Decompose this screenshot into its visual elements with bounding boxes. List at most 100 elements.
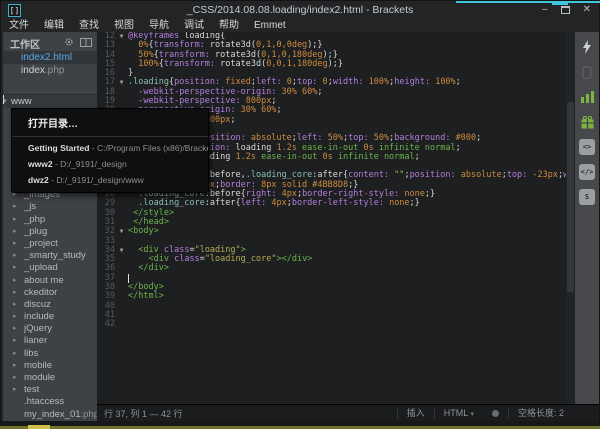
project-name: www [11, 96, 32, 107]
menu-item-视图[interactable]: 视图 [114, 19, 134, 32]
code-line[interactable]: 31 </head> [97, 218, 575, 227]
fold-gutter [115, 274, 128, 283]
tree-item-_upload[interactable]: ▸_upload [3, 262, 97, 274]
menu-item-编辑[interactable]: 编辑 [44, 19, 64, 32]
fold-arrow-icon[interactable]: ▼ [115, 227, 128, 236]
scrollbar-thumb[interactable] [567, 102, 574, 292]
code-line[interactable]: 39</html> [97, 292, 575, 301]
folder-collapse-arrow-icon[interactable]: ▸ [13, 275, 17, 287]
code-line[interactable]: 15 100%{transform: rotate3d(0,0,1,180deg… [97, 60, 575, 69]
working-files-title: 工作区 [10, 40, 40, 51]
folder-collapse-arrow-icon[interactable]: ▸ [13, 250, 17, 262]
tree-item-_smarty_study[interactable]: ▸_smarty_study [3, 250, 97, 262]
folder-collapse-arrow-icon[interactable]: ▸ [13, 323, 17, 335]
tree-item-mobile[interactable]: ▸mobile [3, 360, 97, 372]
menu-item-帮助[interactable]: 帮助 [219, 19, 239, 32]
tree-item-discuz[interactable]: ▸discuz [3, 299, 97, 311]
working-files-list: index2.htmlindex.php [3, 51, 97, 77]
working-file-index[interactable]: index.php [3, 64, 97, 77]
tree-item-test[interactable]: ▸test [3, 384, 97, 396]
folder-collapse-arrow-icon[interactable]: ▸ [13, 226, 17, 238]
fold-gutter [115, 237, 128, 246]
code-line[interactable]: 37 [97, 274, 575, 283]
minimize-button[interactable]: – [542, 4, 548, 16]
titlebar: [] _CSS/2014.08.08.loading/index2.html -… [1, 1, 599, 19]
folder-collapse-arrow-icon[interactable]: ▸ [13, 348, 17, 360]
working-files-header: 工作区 [3, 32, 97, 51]
fold-gutter [115, 41, 128, 50]
recent-folder-Getting Started[interactable]: Getting Started - C:/Program Files (x86)… [12, 140, 208, 156]
open-folder-menu-item[interactable]: 打开目录… [12, 109, 208, 135]
project-dropdown-menu: 打开目录… Getting Started - C:/Program Files… [11, 108, 209, 193]
tree-item-about me[interactable]: ▸about me [3, 275, 97, 287]
extension-s-icon[interactable]: S [579, 189, 595, 205]
live-preview-lightning-icon[interactable] [579, 39, 595, 55]
tree-item-module[interactable]: ▸module [3, 372, 97, 384]
menu-item-调试[interactable]: 调试 [184, 19, 204, 32]
fold-gutter [115, 97, 128, 106]
folder-collapse-arrow-icon[interactable]: ▸ [13, 311, 17, 323]
fold-gutter [115, 302, 128, 311]
extension-chart-icon[interactable] [579, 89, 595, 105]
menu-item-文件[interactable]: 文件 [9, 19, 29, 32]
folder-collapse-arrow-icon[interactable]: ▸ [13, 287, 17, 299]
tree-item-_js[interactable]: ▸_js [3, 201, 97, 213]
close-button[interactable]: ✕ [583, 4, 591, 16]
tree-item-_project[interactable]: ▸_project [3, 238, 97, 250]
angle-brackets-icon[interactable]: <> [579, 139, 595, 155]
code-line[interactable]: 36 </div> [97, 264, 575, 273]
folder-collapse-arrow-icon[interactable]: ▸ [13, 335, 17, 347]
status-bar: 行 37, 列 1 — 42 行 插入 HTML ▾ 空格长度: 2 [97, 404, 599, 421]
folder-collapse-arrow-icon[interactable]: ▸ [13, 384, 17, 396]
recent-folder-dwz2[interactable]: dwz2 - D:/_9191/_design/www [12, 172, 208, 188]
maximize-button[interactable] [561, 6, 570, 14]
editor-scrollbar[interactable] [566, 32, 575, 404]
folder-collapse-arrow-icon[interactable]: ▸ [13, 238, 17, 250]
code-line[interactable]: 41 [97, 311, 575, 320]
language-selector[interactable]: HTML ▾ [434, 408, 483, 419]
code-line[interactable]: 42 [97, 320, 575, 329]
working-file-index2[interactable]: index2.html [3, 51, 97, 64]
extension-gift-icon[interactable] [579, 114, 595, 130]
closing-tag-icon[interactable]: </> [579, 164, 595, 180]
code-editor[interactable]: 12▼@keyframes loading{13 0%{transform: r… [97, 32, 575, 404]
tree-item-ckeditor[interactable]: ▸ckeditor [3, 287, 97, 299]
tree-item-.htaccess[interactable]: .htaccess [3, 396, 97, 408]
menu-bar: 文件 编辑 查找 视图 导航 调试 帮助 Emmet [9, 19, 286, 32]
device-preview-icon[interactable] [579, 64, 595, 80]
tree-item-my_index_01[interactable]: my_index_01.php [3, 409, 97, 421]
fold-arrow-icon[interactable]: ▼ [115, 246, 128, 255]
code-line[interactable]: 40 [97, 302, 575, 311]
indent-spaces-setting[interactable]: 空格长度: 2 [508, 408, 573, 419]
folder-collapse-arrow-icon[interactable]: ▸ [13, 262, 17, 274]
code-line[interactable]: 32▼<body> [97, 227, 575, 236]
tree-item-libs[interactable]: ▸libs [3, 348, 97, 360]
tree-item-include[interactable]: ▸include [3, 311, 97, 323]
folder-collapse-arrow-icon[interactable]: ▸ [13, 214, 17, 226]
top-edge-highlight-patch [552, 1, 568, 5]
fold-arrow-icon[interactable]: ▼ [115, 78, 128, 87]
menu-item-查找[interactable]: 查找 [79, 19, 99, 32]
project-selector[interactable]: www ▾ [3, 94, 97, 108]
recent-folder-www2[interactable]: www2 - D:/_9191/_design [12, 156, 208, 172]
tree-item-jQuery[interactable]: ▸jQuery [3, 323, 97, 335]
code-text: </div> [128, 264, 169, 273]
fold-gutter [115, 320, 128, 329]
menu-item-导航[interactable]: 导航 [149, 19, 169, 32]
menu-item-Emmet[interactable]: Emmet [254, 19, 286, 32]
code-line[interactable]: 38</body> [97, 283, 575, 292]
gear-icon[interactable] [64, 37, 74, 47]
tree-item-lianer[interactable]: ▸lianer [3, 335, 97, 347]
tree-item-_plug[interactable]: ▸_plug [3, 226, 97, 238]
insert-mode-toggle[interactable]: 插入 [397, 408, 434, 419]
tree-item-_php[interactable]: ▸_php [3, 214, 97, 226]
folder-collapse-arrow-icon[interactable]: ▸ [13, 299, 17, 311]
folder-collapse-arrow-icon[interactable]: ▸ [13, 360, 17, 372]
code-text: </html> [128, 292, 164, 301]
fold-arrow-icon[interactable]: ▼ [115, 32, 128, 41]
lint-status-dot-icon[interactable] [492, 410, 499, 417]
folder-collapse-arrow-icon[interactable]: ▸ [13, 201, 17, 213]
sidebar: 工作区 index2.htmlindex.php www ▾ ▸_css▸_im… [3, 32, 97, 427]
horizontal-split-icon[interactable] [80, 38, 92, 47]
folder-collapse-arrow-icon[interactable]: ▸ [13, 372, 17, 384]
